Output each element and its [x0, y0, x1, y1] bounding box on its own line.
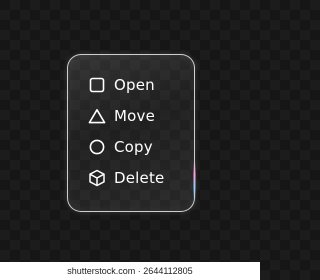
context-menu-panel: Open Move Copy Delete	[67, 54, 196, 212]
menu-item-move[interactable]: Move	[88, 105, 165, 127]
watermark-text: shutterstock.com · 2644112805	[67, 266, 193, 276]
context-menu: Open Move Copy Delete	[88, 74, 165, 189]
menu-item-open[interactable]: Open	[88, 74, 165, 96]
square-icon	[88, 76, 106, 94]
menu-item-label: Delete	[114, 169, 165, 187]
circle-icon	[88, 138, 106, 156]
watermark-bar: shutterstock.com · 2644112805	[0, 262, 260, 280]
menu-item-label: Move	[114, 107, 156, 125]
triangle-icon	[88, 107, 106, 125]
menu-item-label: Copy	[114, 138, 153, 156]
menu-item-copy[interactable]: Copy	[88, 136, 165, 158]
menu-item-delete[interactable]: Delete	[88, 167, 165, 189]
menu-item-label: Open	[114, 76, 155, 94]
cube-icon	[88, 169, 106, 187]
